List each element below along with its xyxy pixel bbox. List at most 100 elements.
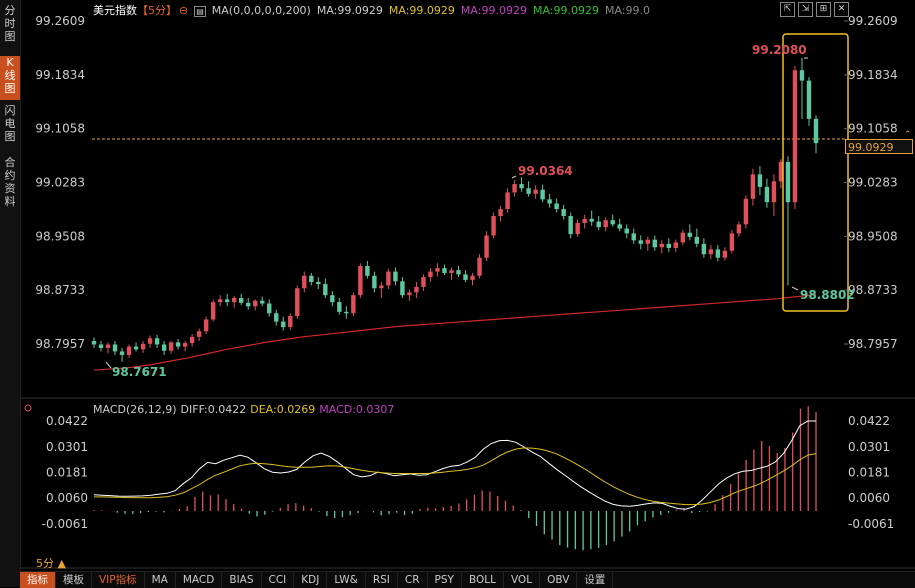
candle-body: [274, 313, 279, 322]
candle-body: [182, 343, 188, 347]
candle-body: [673, 242, 679, 248]
candle-body: [133, 346, 139, 350]
indicator-tab-obv[interactable]: OBV: [540, 572, 578, 588]
macd-axis-label: -0.0061: [848, 517, 894, 531]
price-axis-label-left: 99.0283: [35, 176, 85, 190]
indicator-tab-[interactable]: 指标: [20, 572, 56, 588]
candle-body: [449, 270, 454, 273]
macd-settings-icon[interactable]: [24, 404, 32, 412]
indicator-tab-[interactable]: 设置: [577, 572, 614, 588]
macd-axis-label: 0.0301: [848, 440, 890, 454]
price-axis-label: 99.1058: [848, 122, 898, 136]
candle-body: [715, 249, 721, 258]
indicator-tab-rsi[interactable]: RSI: [366, 572, 398, 588]
indicator-tab-vol[interactable]: VOL: [504, 572, 541, 588]
chart-canvas[interactable]: 0.0422 0.0422 0.0301 0.0301 0.0181 0.0181 0.00…: [0, 0, 915, 587]
candle-body: [624, 228, 629, 234]
current-price-tag: 99.0929: [845, 139, 913, 154]
candle-body: [442, 268, 447, 273]
candle-body: [105, 344, 111, 348]
candle-body: [477, 257, 482, 276]
price-axis-label: 98.7957: [848, 337, 898, 351]
indicator-tab-[interactable]: 模板: [56, 572, 92, 588]
indicator-tab-lw[interactable]: LW&: [327, 572, 366, 588]
candle-body: [771, 181, 777, 203]
candle-body: [154, 338, 160, 345]
period-selector[interactable]: 5分 ▲: [36, 555, 66, 571]
macd-header: MACD(26,12,9) DIFF:0.0422 DEA:0.0269 MACD:0…: [93, 403, 398, 416]
candle-body: [253, 300, 258, 307]
candle-body: [603, 220, 608, 228]
candle-body: [302, 275, 307, 289]
candle-body: [687, 232, 693, 237]
candle-body: [98, 344, 104, 348]
price-axis-label-left: 99.1834: [35, 68, 85, 82]
indicator-tab-macd[interactable]: MACD: [176, 572, 223, 588]
candle-body: [281, 321, 286, 328]
candle-body: [344, 311, 349, 314]
candle-body: [112, 344, 118, 352]
candle-body: [210, 302, 216, 320]
candle-body: [246, 302, 251, 307]
ma200-line: [93, 293, 817, 371]
candle-body: [330, 295, 335, 303]
candle-body: [575, 222, 580, 235]
candle-body: [126, 346, 132, 355]
candle-body: [267, 303, 272, 314]
macd-axis-label-left: 0.0301: [46, 440, 88, 454]
indicator-tab-psy[interactable]: PSY: [428, 572, 462, 588]
candle-body: [91, 341, 97, 345]
candle-body: [231, 297, 237, 303]
indicator-tab-cr[interactable]: CR: [398, 572, 428, 588]
indicator-tab-ma[interactable]: MA: [145, 572, 176, 588]
candle-body: [743, 198, 749, 225]
indicator-tab-vip[interactable]: VIP指标: [92, 572, 145, 588]
candle-body: [175, 342, 181, 347]
candle-body: [351, 295, 356, 314]
candle-body: [372, 275, 377, 289]
low-left-marker: [105, 361, 112, 369]
candle-body: [617, 224, 622, 229]
candle-body: [722, 250, 728, 258]
candle-body: [260, 300, 265, 304]
indicator-tab-boll[interactable]: BOLL: [462, 572, 504, 588]
candle-body: [435, 268, 440, 272]
candle-body: [379, 285, 384, 289]
macd-axis-label-left: -0.0061: [42, 517, 88, 531]
candle-body: [407, 292, 412, 296]
candle-body: [386, 271, 391, 286]
candle-body: [512, 184, 517, 193]
candle-body: [484, 235, 489, 258]
candle-body: [224, 299, 230, 303]
candle-body: [659, 243, 664, 248]
candle-body: [792, 70, 798, 203]
high-label: 99.2080: [752, 43, 807, 57]
price-axis-label: 98.9508: [848, 229, 898, 243]
indicator-tab-bias[interactable]: BIAS: [222, 572, 262, 588]
candle-body: [694, 236, 700, 244]
indicator-tab-cci[interactable]: CCI: [262, 572, 295, 588]
candle-body: [554, 203, 559, 210]
candle-body: [323, 284, 328, 296]
candle-body: [463, 274, 468, 280]
candle-body: [526, 188, 531, 194]
candle-body: [393, 271, 398, 282]
candle-body: [638, 240, 643, 244]
candle-body: [540, 189, 545, 200]
candle-body: [750, 174, 756, 199]
candle-body: [785, 161, 791, 203]
macd-value: MACD:0.0307: [319, 403, 395, 416]
candle-body: [309, 275, 314, 282]
candle-body: [680, 232, 686, 243]
price-axis-label-left: 98.7957: [35, 337, 85, 351]
price-axis-label-left: 98.8733: [35, 283, 85, 297]
price-axis-label-left: 98.9508: [35, 229, 85, 243]
candle-body: [140, 343, 146, 350]
price-axis-label: 98.8733: [848, 283, 898, 297]
candle-body: [729, 233, 735, 251]
macd-axis-label-left: 0.0422: [46, 414, 88, 428]
candle-body: [456, 270, 461, 275]
indicator-tab-kdj[interactable]: KDJ: [294, 572, 328, 588]
candle-body: [631, 233, 636, 241]
candle-body: [217, 299, 223, 303]
